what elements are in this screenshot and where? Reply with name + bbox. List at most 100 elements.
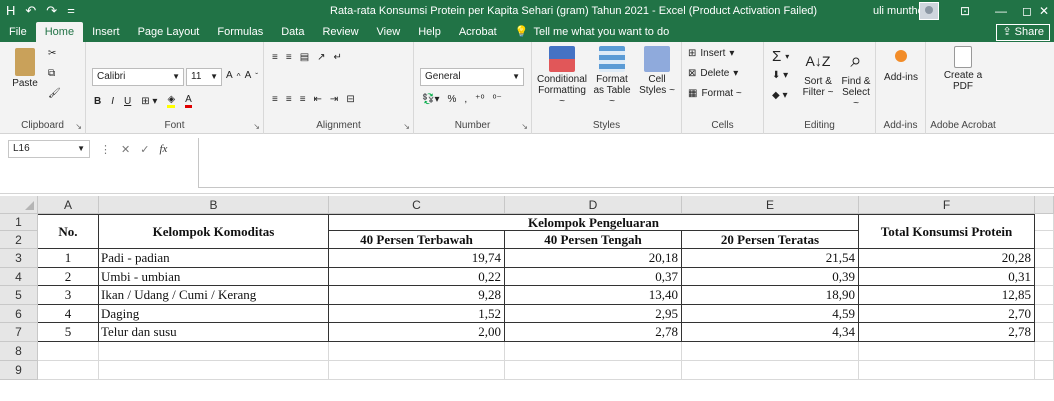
header-top-20[interactable]: 20 Persen Teratas bbox=[682, 231, 859, 249]
copy-icon[interactable]: ⧉ bbox=[48, 68, 55, 79]
column-header-g[interactable] bbox=[1035, 196, 1054, 214]
cell-bottom-40[interactable]: 1,52 bbox=[329, 305, 505, 323]
row-header-7[interactable]: 7 bbox=[0, 323, 38, 342]
tab-view[interactable]: View bbox=[368, 22, 410, 42]
ribbon-display-options-icon[interactable]: ⊡ bbox=[950, 0, 980, 22]
header-expenditure-group[interactable]: Kelompok Pengeluaran bbox=[329, 214, 859, 231]
paste-button[interactable]: Paste bbox=[8, 48, 42, 89]
alignment-launcher-icon[interactable]: ↘ bbox=[403, 122, 410, 131]
cell-d9[interactable] bbox=[505, 361, 682, 380]
cell-g8[interactable] bbox=[1035, 342, 1054, 361]
italic-button[interactable]: I bbox=[111, 96, 114, 107]
header-commodity[interactable]: Kelompok Komoditas bbox=[99, 214, 329, 249]
cell-g5[interactable] bbox=[1035, 286, 1054, 305]
font-color-icon[interactable]: A bbox=[185, 94, 192, 108]
font-name-select[interactable]: Calibri ▼ bbox=[92, 68, 184, 86]
cell-bottom-40[interactable]: 2,00 bbox=[329, 323, 505, 342]
row-header-3[interactable]: 3 bbox=[0, 249, 38, 268]
cell-f9[interactable] bbox=[859, 361, 1035, 380]
insert-function-icon[interactable]: fx bbox=[159, 143, 167, 155]
number-format-select[interactable]: General ▼ bbox=[420, 68, 524, 86]
customize-qat-icon[interactable]: = bbox=[67, 0, 75, 22]
orientation-icon[interactable]: ↗ bbox=[317, 52, 325, 63]
addins-button[interactable]: Add-ins bbox=[880, 50, 922, 83]
underline-button[interactable]: U bbox=[124, 96, 131, 107]
user-name[interactable]: uli munthe bbox=[873, 0, 924, 22]
header-middle-40[interactable]: 40 Persen Tengah bbox=[505, 231, 682, 249]
select-all-button[interactable] bbox=[0, 196, 38, 214]
align-middle-icon[interactable]: ≡ bbox=[286, 52, 292, 63]
cell-top-20[interactable]: 4,34 bbox=[682, 323, 859, 342]
cell-a8[interactable] bbox=[38, 342, 99, 361]
cell-middle-40[interactable]: 2,78 bbox=[505, 323, 682, 342]
header-no[interactable]: No. bbox=[38, 214, 99, 249]
header-bottom-40[interactable]: 40 Persen Terbawah bbox=[329, 231, 505, 249]
avatar[interactable] bbox=[919, 2, 939, 20]
tell-me-box[interactable]: 💡 Tell me what you want to do bbox=[506, 22, 678, 42]
header-total-protein[interactable]: Total Konsumsi Protein bbox=[859, 214, 1035, 249]
create-pdf-button[interactable]: Create a PDF bbox=[940, 46, 986, 92]
cell-c9[interactable] bbox=[329, 361, 505, 380]
font-grow-icon[interactable]: A ^ Aˇ bbox=[226, 70, 258, 81]
cut-icon[interactable]: ✂ bbox=[48, 48, 56, 59]
cell-total[interactable]: 2,70 bbox=[859, 305, 1035, 323]
cell-g4[interactable] bbox=[1035, 268, 1054, 286]
cell-d8[interactable] bbox=[505, 342, 682, 361]
format-cells-button[interactable]: ▦ Format ~ bbox=[688, 88, 742, 99]
cell-b8[interactable] bbox=[99, 342, 329, 361]
column-header-e[interactable]: E bbox=[682, 196, 859, 214]
cell-f8[interactable] bbox=[859, 342, 1035, 361]
row-header-9[interactable]: 9 bbox=[0, 361, 38, 380]
close-button[interactable]: ✕ bbox=[1034, 0, 1054, 22]
tab-file[interactable]: File bbox=[0, 22, 36, 42]
column-header-c[interactable]: C bbox=[329, 196, 505, 214]
cell-no[interactable]: 1 bbox=[38, 249, 99, 268]
number-launcher-icon[interactable]: ↘ bbox=[521, 122, 528, 131]
tab-page-layout[interactable]: Page Layout bbox=[129, 22, 209, 42]
tab-insert[interactable]: Insert bbox=[83, 22, 129, 42]
cell-g7[interactable] bbox=[1035, 323, 1054, 342]
align-center-icon[interactable]: ≡ bbox=[286, 94, 292, 105]
cell-a9[interactable] bbox=[38, 361, 99, 380]
merge-center-icon[interactable]: ⊟ bbox=[346, 94, 354, 105]
tab-home[interactable]: Home bbox=[35, 22, 84, 42]
cell-commodity[interactable]: Umbi - umbian bbox=[99, 268, 329, 286]
cell-commodity[interactable]: Ikan / Udang / Cumi / Kerang bbox=[99, 286, 329, 305]
cell-g6[interactable] bbox=[1035, 305, 1054, 323]
row-header-8[interactable]: 8 bbox=[0, 342, 38, 361]
cell-g2[interactable] bbox=[1035, 231, 1054, 249]
font-launcher-icon[interactable]: ↘ bbox=[253, 122, 260, 131]
cell-commodity[interactable]: Daging bbox=[99, 305, 329, 323]
increase-decimal-icon[interactable]: ⁺⁰ bbox=[475, 94, 484, 105]
cell-c8[interactable] bbox=[329, 342, 505, 361]
accounting-format-icon[interactable]: 💱▾ bbox=[422, 94, 439, 105]
cell-commodity[interactable]: Padi - padian bbox=[99, 249, 329, 268]
align-right-icon[interactable]: ≡ bbox=[300, 94, 306, 105]
redo-icon[interactable]: ↷ bbox=[46, 0, 57, 22]
undo-icon[interactable]: ↶ bbox=[25, 0, 36, 22]
row-header-6[interactable]: 6 bbox=[0, 305, 38, 323]
name-box[interactable]: L16 ▼ bbox=[8, 140, 90, 158]
wrap-text-icon[interactable]: ↵ bbox=[334, 52, 342, 63]
clear-icon[interactable]: ◆ ▾ bbox=[772, 90, 788, 101]
cancel-icon[interactable]: ✕ bbox=[121, 143, 130, 156]
cell-top-20[interactable]: 0,39 bbox=[682, 268, 859, 286]
cell-middle-40[interactable]: 20,18 bbox=[505, 249, 682, 268]
insert-cells-button[interactable]: ⊞ Insert ▾ bbox=[688, 48, 734, 59]
bold-button[interactable]: B bbox=[94, 96, 101, 107]
comma-button[interactable]: , bbox=[464, 94, 467, 105]
cell-top-20[interactable]: 4,59 bbox=[682, 305, 859, 323]
align-bottom-icon[interactable]: ▤ bbox=[300, 52, 309, 63]
cell-commodity[interactable]: Telur dan susu bbox=[99, 323, 329, 342]
tab-acrobat[interactable]: Acrobat bbox=[450, 22, 506, 42]
row-header-2[interactable]: 2 bbox=[0, 231, 38, 249]
cell-top-20[interactable]: 21,54 bbox=[682, 249, 859, 268]
enter-icon[interactable]: ✓ bbox=[140, 143, 149, 156]
column-header-a[interactable]: A bbox=[38, 196, 99, 214]
cell-bottom-40[interactable]: 9,28 bbox=[329, 286, 505, 305]
tab-help[interactable]: Help bbox=[409, 22, 450, 42]
format-as-table-button[interactable]: Format as Table ~ bbox=[590, 46, 634, 107]
decrease-indent-icon[interactable]: ⇤ bbox=[314, 94, 322, 105]
delete-cells-button[interactable]: ⊠ Delete ▾ bbox=[688, 68, 738, 79]
cell-no[interactable]: 4 bbox=[38, 305, 99, 323]
